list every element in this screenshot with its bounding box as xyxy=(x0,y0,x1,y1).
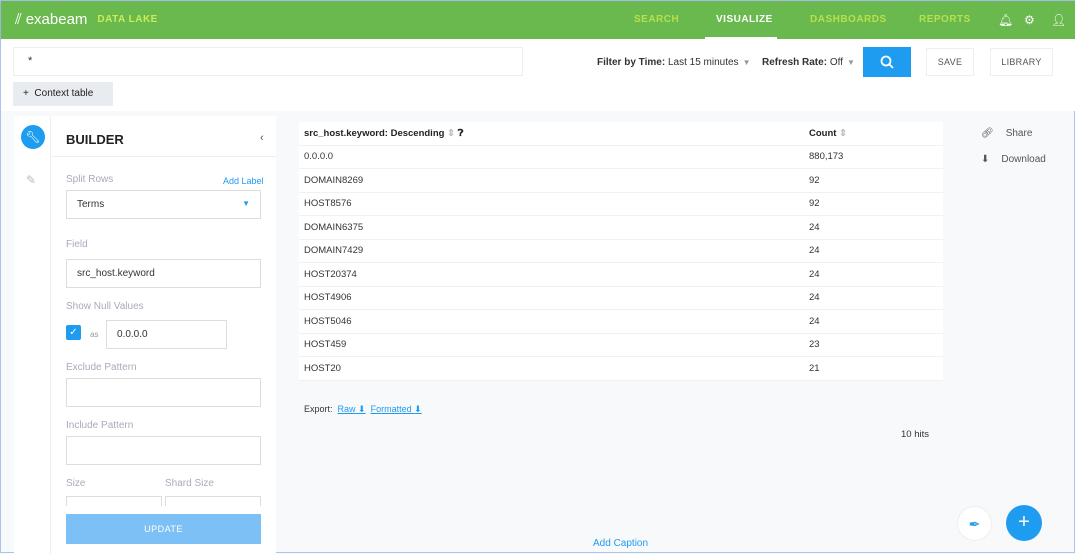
update-button[interactable]: UPDATE xyxy=(66,514,261,544)
shard-size-input[interactable] xyxy=(165,496,261,506)
wrench-icon[interactable]: 🔧︎ xyxy=(21,125,45,149)
collapse-chevron-icon[interactable]: ‹ xyxy=(260,132,264,144)
gear-icon[interactable]: ⚙ xyxy=(1024,13,1035,27)
host-cell: 0.0.0.0 xyxy=(304,151,334,163)
nav-reports[interactable]: REPORTS xyxy=(919,14,971,25)
sort-icon: ⇕ xyxy=(839,127,848,139)
null-values-label: Show Null Values xyxy=(66,301,144,312)
split-rows-label: Split Rows xyxy=(66,174,114,185)
plus-icon: + xyxy=(1018,511,1030,533)
table-row: DOMAIN8269 92 xyxy=(299,169,943,193)
shard-size-label: Shard Size xyxy=(165,478,214,489)
host-cell: HOST5046 xyxy=(304,315,352,327)
count-cell: 21 xyxy=(809,362,820,374)
null-values-checkbox[interactable]: ✓ xyxy=(66,325,81,340)
table-row: HOST20374 24 xyxy=(299,263,943,287)
count-cell: 92 xyxy=(809,198,820,210)
as-label: as xyxy=(90,330,99,339)
include-pattern-input[interactable] xyxy=(66,436,261,465)
eyedropper-icon: ✒ xyxy=(968,516,981,532)
count-cell: 24 xyxy=(809,221,820,233)
sort-icon: ⇕ xyxy=(447,127,456,139)
table-row: HOST4906 24 xyxy=(299,287,943,310)
download-action[interactable]: ⬇ Download xyxy=(981,154,1046,165)
table-header: src_host.keyword: Descending ⇕ ❓︎ Count … xyxy=(299,122,943,146)
share-action[interactable]: 🔗︎ Share xyxy=(981,128,1032,139)
table-row: HOST5046 24 xyxy=(299,310,943,334)
aggregation-select[interactable]: Terms ▼ xyxy=(66,190,261,219)
count-cell: 23 xyxy=(809,339,820,351)
add-caption-link[interactable]: Add Caption xyxy=(593,538,648,549)
nav-visualize[interactable]: VISUALIZE xyxy=(716,14,773,25)
add-label-link[interactable]: Add Label xyxy=(223,176,264,186)
null-value-input[interactable]: 0.0.0.0 xyxy=(106,320,227,349)
table-row: HOST20 21 xyxy=(299,357,943,381)
builder-title: BUILDER xyxy=(66,132,124,147)
top-nav-bar xyxy=(1,1,1075,39)
refresh-rate-dropdown[interactable]: Refresh Rate: Off ▼ xyxy=(762,57,855,68)
count-cell: 24 xyxy=(809,292,820,304)
table-row: HOST459 23 xyxy=(299,334,943,357)
host-cell: DOMAIN6375 xyxy=(304,221,364,233)
host-cell: HOST459 xyxy=(304,339,347,351)
count-cell: 24 xyxy=(809,268,820,280)
user-icon[interactable]: 👤︎ xyxy=(1051,13,1066,27)
search-button[interactable] xyxy=(863,47,911,77)
search-query-input[interactable]: * xyxy=(13,47,523,76)
table-row: HOST8576 92 xyxy=(299,193,943,216)
chevron-down-icon: ▼ xyxy=(242,199,250,208)
count-cell: 880,173 xyxy=(809,151,844,163)
export-formatted-link[interactable]: Formatted ⬇ xyxy=(371,404,422,414)
host-cell: HOST20374 xyxy=(304,268,357,280)
table-row: DOMAIN7429 24 xyxy=(299,240,943,263)
table-row: 0.0.0.0 880,173 xyxy=(299,146,943,169)
save-button[interactable]: SAVE xyxy=(926,48,974,76)
context-table-button[interactable]: + Context table xyxy=(13,82,113,106)
download-icon: ⬇ xyxy=(414,404,422,414)
table-row: DOMAIN6375 24 xyxy=(299,216,943,240)
brush-icon[interactable]: ✎ xyxy=(26,173,36,187)
count-cell: 24 xyxy=(809,315,820,327)
host-cell: HOST20 xyxy=(304,362,341,374)
count-cell: 24 xyxy=(809,245,820,257)
column-header-host[interactable]: src_host.keyword: Descending ⇕ ❓︎ xyxy=(299,128,809,139)
divider xyxy=(51,156,276,157)
logo[interactable]: ⫽ exabeam DATA LAKE xyxy=(15,11,158,28)
host-cell: DOMAIN8269 xyxy=(304,174,364,186)
download-icon: ⬇ xyxy=(358,404,366,414)
field-input[interactable]: src_host.keyword xyxy=(66,259,261,288)
host-cell: HOST8576 xyxy=(304,198,352,210)
add-button[interactable]: + xyxy=(1006,505,1042,541)
color-picker-button[interactable]: ✒ xyxy=(957,506,992,541)
count-cell: 92 xyxy=(809,174,820,186)
exclude-pattern-input[interactable] xyxy=(66,378,261,407)
bell-icon[interactable]: 🔔︎ xyxy=(998,13,1013,27)
host-cell: HOST4906 xyxy=(304,292,352,304)
export-links: Export: Raw ⬇ Formatted ⬇ xyxy=(304,404,422,414)
include-pattern-label: Include Pattern xyxy=(66,420,134,431)
field-label: Field xyxy=(66,239,88,250)
hits-count: 10 hits xyxy=(901,429,929,440)
nav-dashboards[interactable]: DASHBOARDS xyxy=(810,14,887,25)
size-input[interactable] xyxy=(66,496,162,506)
time-filter-dropdown[interactable]: Filter by Time: Last 15 minutes ▼ xyxy=(597,57,750,68)
link-icon: 🔗︎ xyxy=(981,128,994,139)
nav-search[interactable]: SEARCH xyxy=(634,14,679,25)
logo-icon: ⫽ xyxy=(15,11,22,28)
exclude-pattern-label: Exclude Pattern xyxy=(66,362,137,373)
search-icon xyxy=(880,55,894,69)
help-icon: ❓︎ xyxy=(457,127,464,139)
results-table: src_host.keyword: Descending ⇕ ❓︎ Count … xyxy=(299,122,943,381)
library-button[interactable]: LIBRARY xyxy=(990,48,1053,76)
download-icon: ⬇ xyxy=(981,154,990,165)
host-cell: DOMAIN7429 xyxy=(304,245,364,257)
export-raw-link[interactable]: Raw ⬇ xyxy=(338,404,366,414)
column-header-count[interactable]: Count ⇕ xyxy=(809,128,943,139)
size-label: Size xyxy=(66,478,86,489)
